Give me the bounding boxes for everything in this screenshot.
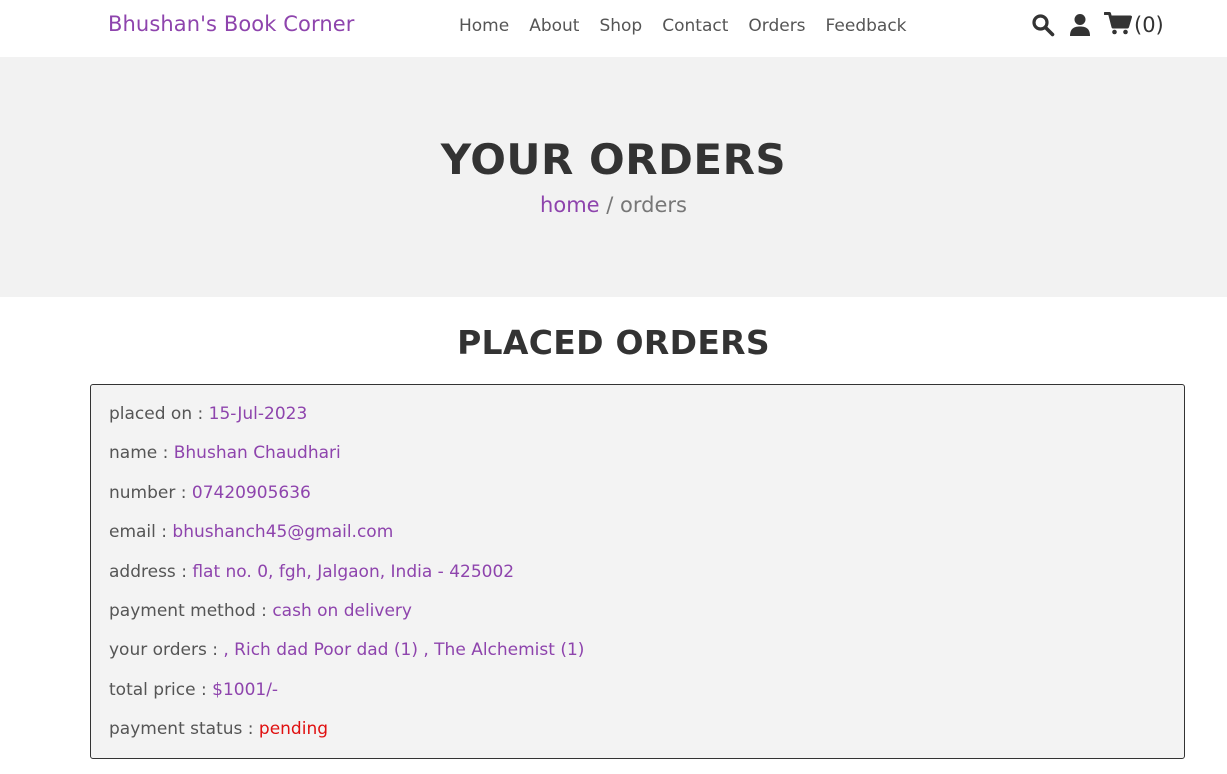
order-field-value: $1001/- [212, 680, 279, 700]
nav-home[interactable]: Home [459, 16, 509, 36]
order-field-value: 15-Jul-2023 [208, 404, 308, 424]
order-field-label: payment status : [109, 719, 259, 739]
site-logo[interactable]: Bhushan's Book Corner [108, 12, 355, 36]
site-header: Bhushan's Book Corner Home About Shop Co… [0, 0, 1227, 57]
order-number: number : 07420905636 [109, 483, 311, 503]
nav-contact[interactable]: Contact [662, 16, 728, 36]
order-field-label: your orders : [109, 640, 224, 660]
order-field-label: payment method : [109, 601, 273, 621]
order-field-value: Bhushan Chaudhari [173, 443, 341, 463]
breadcrumb-home-link[interactable]: home [540, 193, 600, 217]
order-address: address : flat no. 0, fgh, Jalgaon, Indi… [109, 562, 514, 582]
nav-feedback[interactable]: Feedback [826, 16, 907, 36]
order-field-value: 07420905636 [191, 483, 311, 503]
order-field-value: cash on delivery [272, 601, 412, 621]
search-icon[interactable] [1030, 11, 1056, 39]
header-icons: (0) [1030, 11, 1164, 39]
payment-status-badge: pending [258, 719, 329, 739]
breadcrumb-current: orders [620, 193, 687, 217]
section-title: PLACED ORDERS [457, 323, 770, 362]
cart-count: (0) [1134, 13, 1164, 37]
user-icon[interactable] [1067, 11, 1093, 39]
cart-icon [1103, 11, 1132, 39]
order-field-label: address : [109, 562, 193, 582]
order-field-label: number : [109, 483, 192, 503]
order-field-label: placed on : [109, 404, 209, 424]
breadcrumb-separator: / [599, 193, 621, 217]
nav-about[interactable]: About [529, 16, 579, 36]
order-placed-on: placed on : 15-Jul-2023 [109, 404, 307, 424]
cart-button[interactable]: (0) [1103, 11, 1164, 39]
order-payment-status: payment status : pending [109, 719, 328, 739]
order-email: email : bhushanch45@gmail.com [109, 522, 393, 542]
order-name: name : Bhushan Chaudhari [109, 443, 341, 463]
order-field-value: , Rich dad Poor dad (1) , The Alchemist … [223, 640, 585, 660]
nav-orders[interactable]: Orders [748, 16, 805, 36]
order-field-label: name : [109, 443, 174, 463]
page-title: YOUR ORDERS [440, 135, 787, 184]
order-total-price: total price : $1001/- [109, 680, 278, 700]
order-field-value: flat no. 0, fgh, Jalgaon, India - 425002 [192, 562, 515, 582]
nav-shop[interactable]: Shop [599, 16, 642, 36]
order-items: your orders : , Rich dad Poor dad (1) , … [109, 640, 584, 660]
main-nav: Home About Shop Contact Orders Feedback [459, 16, 927, 36]
order-field-label: email : [109, 522, 173, 542]
order-payment-method: payment method : cash on delivery [109, 601, 412, 621]
breadcrumb: home / orders [0, 193, 1227, 217]
order-field-label: total price : [109, 680, 213, 700]
order-card: placed on : 15-Jul-2023 name : Bhushan C… [90, 384, 1185, 759]
page-heading: YOUR ORDERS home / orders [0, 57, 1227, 297]
order-field-value: bhushanch45@gmail.com [172, 522, 394, 542]
